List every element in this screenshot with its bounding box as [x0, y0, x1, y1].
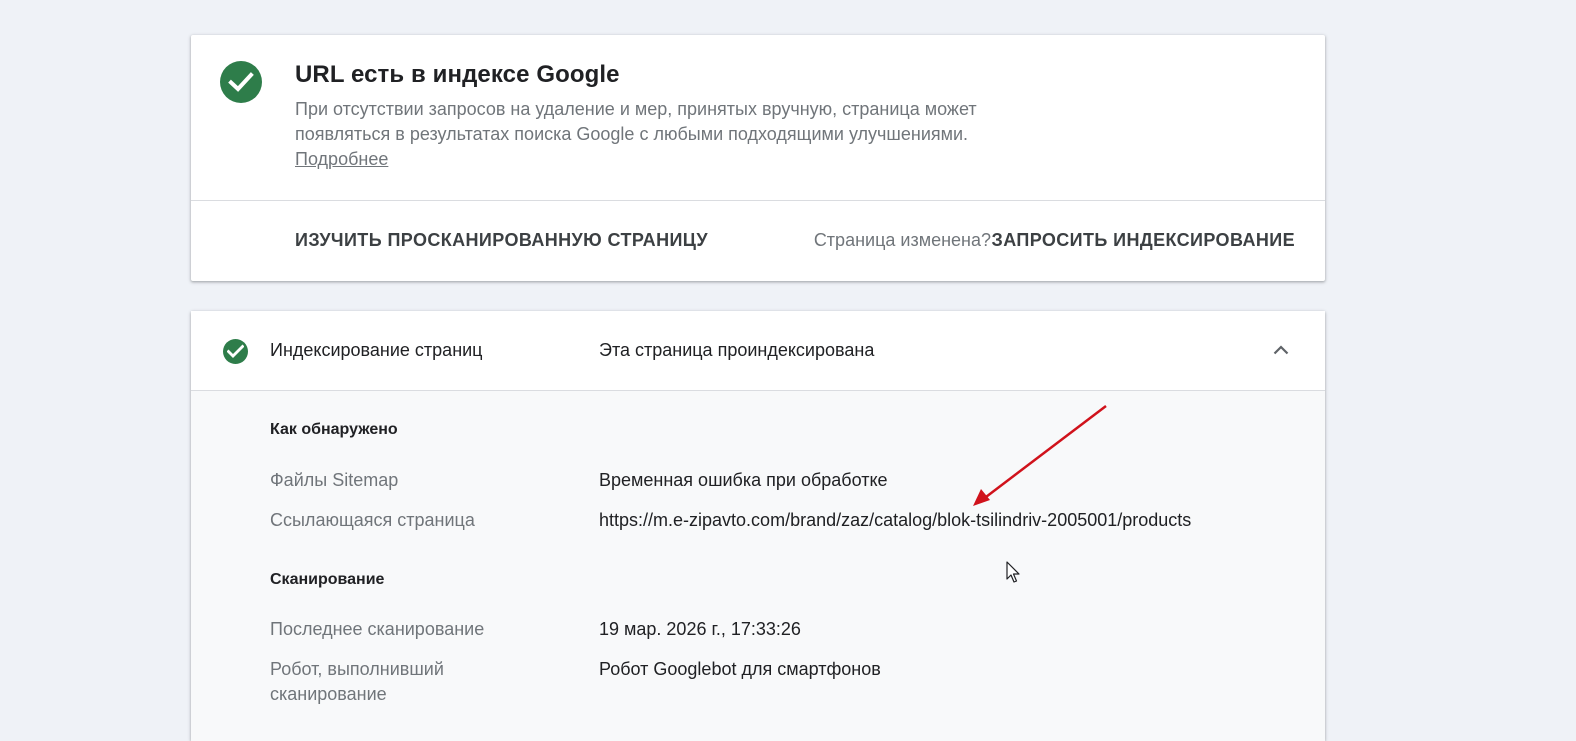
chevron-up-icon[interactable]: [1273, 342, 1289, 360]
status-actions-bar: ИЗУЧИТЬ ПРОСКАНИРОВАННУЮ СТРАНИЦУ Страни…: [191, 201, 1325, 281]
page-indexing-status: Эта страница проиндексирована: [599, 340, 875, 360]
page-indexing-title: Индексирование страниц: [270, 340, 483, 360]
crawler-value: Робот Googlebot для смартфонов: [599, 659, 881, 679]
check-circle-icon: [223, 339, 248, 364]
page-indexing-header[interactable]: Индексирование страниц Эта страница прои…: [191, 311, 1325, 391]
last-crawl-value: 19 мар. 2026 г., 17:33:26: [599, 619, 801, 639]
index-status-card: URL есть в индексе Google При отсутствии…: [191, 35, 1325, 281]
page-indexing-card: Индексирование страниц Эта страница прои…: [191, 311, 1325, 741]
explore-crawled-page-button[interactable]: ИЗУЧИТЬ ПРОСКАНИРОВАННУЮ СТРАНИЦУ: [295, 230, 708, 251]
discovery-heading: Как обнаружено: [270, 421, 398, 438]
page-changed-question: Страница изменена?: [813, 230, 991, 250]
mouse-cursor-icon: [1006, 561, 1020, 583]
page-indexing-details: Как обнаружено Файлы Sitemap Временная о…: [191, 391, 1325, 741]
page-title: URL есть в индексе Google: [295, 61, 620, 88]
last-crawl-label: Последнее сканирование: [270, 619, 485, 639]
check-circle-icon: [220, 61, 262, 103]
annotation-arrow: [973, 405, 1107, 506]
sitemaps-label: Файлы Sitemap: [270, 470, 399, 490]
crawl-heading: Сканирование: [270, 571, 385, 588]
crawler-label: Робот, выполнивший сканирование: [270, 659, 444, 704]
request-indexing-button[interactable]: ЗАПРОСИТЬ ИНДЕКСИРОВАНИЕ: [992, 230, 1295, 251]
sitemaps-value: Временная ошибка при обработке: [599, 470, 888, 490]
index-status-summary: URL есть в индексе Google При отсутствии…: [191, 35, 1325, 201]
status-description: При отсутствии запросов на удаление и ме…: [295, 99, 977, 144]
learn-more-link[interactable]: Подробнее: [295, 147, 388, 172]
referring-page-label: Ссылающаяся страница: [270, 510, 475, 530]
